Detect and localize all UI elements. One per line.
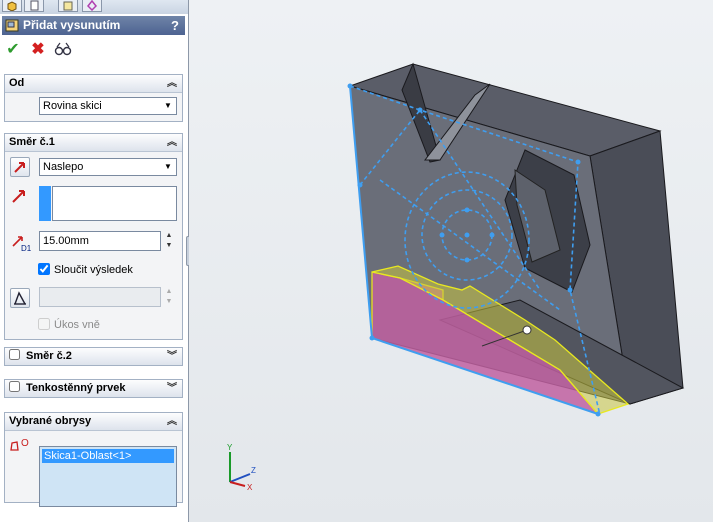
part-tab[interactable] xyxy=(2,0,22,12)
configuration-tab-icon xyxy=(63,1,73,11)
model-view: Y Z X xyxy=(227,62,685,492)
section-from: Od ︽ Rovina skici ▼ xyxy=(4,74,183,122)
from-select-value: Rovina skici xyxy=(43,100,102,112)
extrude-icon xyxy=(5,19,19,32)
depth-icon: D1 xyxy=(10,233,34,253)
cancel-icon[interactable]: ✖ xyxy=(29,41,47,59)
depth-spin-up[interactable]: ▲ xyxy=(163,231,175,240)
configuration-tab[interactable] xyxy=(58,0,78,12)
thin-feature-check[interactable] xyxy=(9,381,20,392)
collapse-icon: ︽ xyxy=(167,416,177,427)
section-thin-feature-title: Tenkostěnný prvek xyxy=(26,382,126,394)
dimxpert-tab[interactable] xyxy=(82,0,102,12)
collapse-icon: ︽ xyxy=(167,78,177,89)
from-select[interactable]: Rovina skici ▼ xyxy=(39,97,177,115)
draft-outward-checkbox: Úkos vně xyxy=(38,318,100,331)
graphics-viewport[interactable]: Y Z X xyxy=(189,0,713,522)
triad-x-label: X xyxy=(247,483,253,492)
draft-outward-check xyxy=(38,318,50,330)
draft-icon[interactable] xyxy=(10,288,30,308)
tab-strip xyxy=(0,0,188,14)
chevron-down-icon: ▼ xyxy=(164,162,172,171)
section-thin-feature-header[interactable]: Tenkostěnný prvek ︾ xyxy=(5,380,182,397)
section-selected-contours-title: Vybrané obrysy xyxy=(9,415,92,427)
merge-result-checkbox[interactable]: Sloučit výsledek xyxy=(38,263,133,276)
propertymanager-tab[interactable] xyxy=(24,0,44,12)
section-direction2-header[interactable]: Směr č.2 ︾ xyxy=(5,348,182,365)
contour-icon-label: O xyxy=(21,438,29,449)
reverse-direction-icon[interactable] xyxy=(10,157,30,177)
end-condition-value: Naslepo xyxy=(43,161,84,173)
coordinate-triad: Y Z X xyxy=(227,443,256,492)
direction-vector-field[interactable] xyxy=(52,186,177,221)
depth-icon-label: D1 xyxy=(21,244,32,253)
contour-icon: O xyxy=(9,437,33,453)
section-direction1-title: Směr č.1 xyxy=(9,136,55,148)
list-item[interactable]: Skica1-Oblast<1> xyxy=(42,449,174,463)
section-direction2: Směr č.2 ︾ xyxy=(4,347,183,366)
dimxpert-tab-icon xyxy=(86,0,98,11)
section-selected-contours: Vybrané obrysy ︽ O Skica1-Oblast<1> xyxy=(4,412,183,507)
section-selected-contours-header[interactable]: Vybrané obrysy ︽ xyxy=(5,413,182,431)
direction-vector-icon xyxy=(10,187,28,205)
depth-input[interactable]: 15.00mm xyxy=(39,231,161,251)
expand-icon: ︾ xyxy=(167,351,177,362)
section-thin-feature: Tenkostěnný prvek ︾ xyxy=(4,379,183,398)
section-direction1-header[interactable]: Směr č.1 ︽ xyxy=(5,134,182,152)
direction-selection-indicator xyxy=(39,186,51,221)
depth-spin-down[interactable]: ▼ xyxy=(163,241,175,250)
propertymanager-tab-icon xyxy=(30,0,39,11)
draft-outward-label: Úkos vně xyxy=(54,319,100,331)
help-button[interactable]: ? xyxy=(171,16,179,35)
feature-title: Přidat vysunutím xyxy=(23,18,121,32)
end-condition-select[interactable]: Naslepo ▼ xyxy=(39,158,177,176)
merge-result-check[interactable] xyxy=(38,263,50,275)
section-from-title: Od xyxy=(9,77,25,89)
direction2-check[interactable] xyxy=(9,349,20,360)
part-tab-icon xyxy=(7,1,17,11)
draft-spin-down: ▼ xyxy=(165,298,173,305)
depth-value: 15.00mm xyxy=(43,235,89,247)
section-from-header[interactable]: Od ︽ xyxy=(5,75,182,93)
feature-title-bar: Přidat vysunutím ? xyxy=(2,16,185,35)
property-manager: Přidat vysunutím ? ✔ ✖ Od ︽ Rovina skici… xyxy=(0,0,189,522)
collapse-icon: ︽ xyxy=(167,137,177,148)
draft-angle-input xyxy=(39,287,161,307)
triad-z-label: Z xyxy=(251,466,256,475)
draft-spin-up: ▲ xyxy=(165,288,173,295)
merge-result-label: Sloučit výsledek xyxy=(54,264,133,276)
preview-icon[interactable] xyxy=(54,41,72,59)
chevron-down-icon: ▼ xyxy=(164,101,172,110)
section-direction1: Směr č.1 ︽ Naslepo ▼ D1 15.00mm ▲ ▼ Slou… xyxy=(4,133,183,340)
ok-icon[interactable]: ✔ xyxy=(4,41,22,59)
section-direction2-title: Směr č.2 xyxy=(26,350,72,362)
contours-list[interactable]: Skica1-Oblast<1> xyxy=(39,446,177,507)
expand-icon: ︾ xyxy=(167,383,177,394)
triad-y-label: Y xyxy=(227,443,233,452)
